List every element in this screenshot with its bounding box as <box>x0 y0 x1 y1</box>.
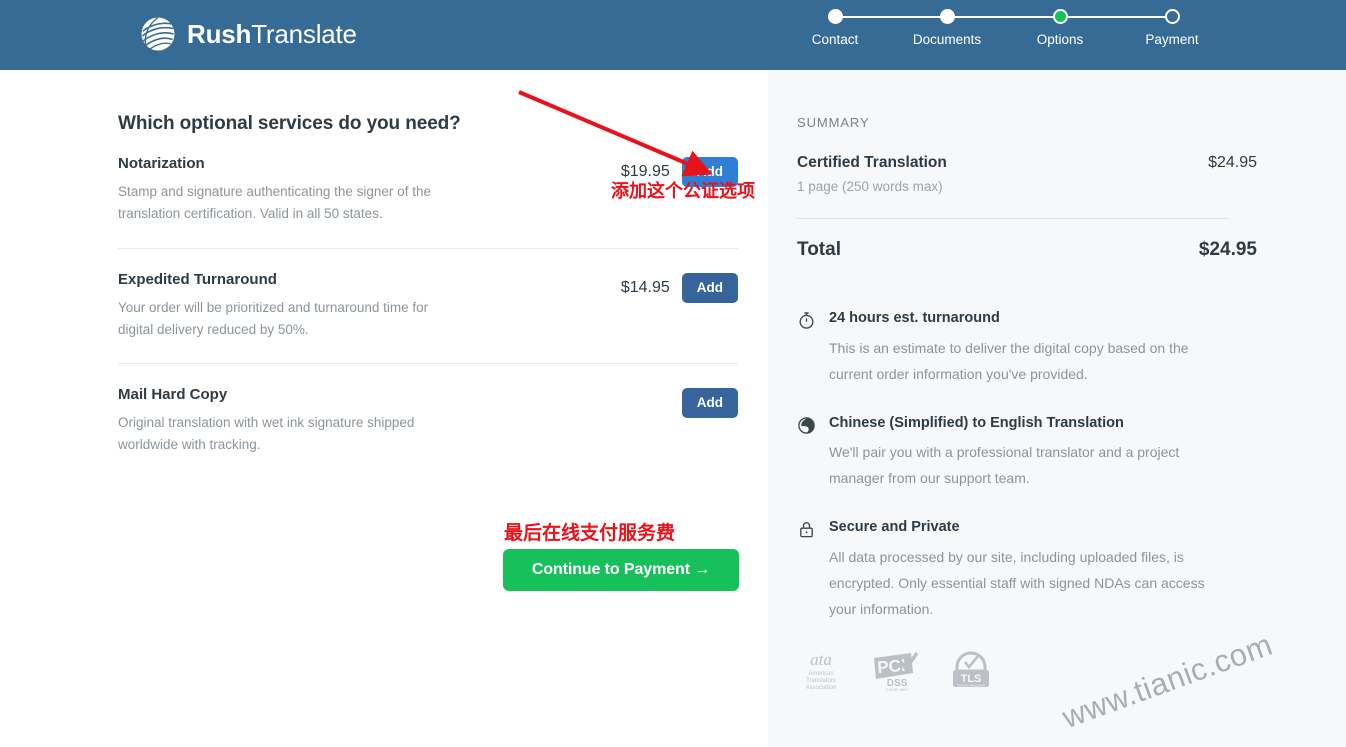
page-title: Which optional services do you need? <box>118 113 461 134</box>
options-main-panel: Which optional services do you need? Not… <box>0 70 768 747</box>
summary-total-row: Total $24.95 <box>797 239 1257 261</box>
service-name: Mail Hard Copy <box>118 386 228 404</box>
svg-text:COMPLIANT: COMPLIANT <box>885 687 909 691</box>
service-description: Your order will be prioritized and turna… <box>118 299 429 337</box>
feature-title: Chinese (Simplified) to English Translat… <box>829 414 1124 431</box>
service-name: Notarization <box>118 155 205 172</box>
add-expedited-turnaround-button[interactable]: Add <box>681 272 738 303</box>
step-contact[interactable]: Contact <box>775 9 895 47</box>
step-documents-label: Documents <box>912 32 982 47</box>
step-payment-label: Payment <box>1145 32 1199 47</box>
step-contact-dot <box>827 9 843 24</box>
annotation-cta-note: 最后在线支付服务费 <box>504 523 676 544</box>
step-payment[interactable]: Payment <box>1112 9 1232 47</box>
globe-icon <box>797 416 817 436</box>
step-options-label: Options <box>1036 32 1084 47</box>
service-divider <box>118 247 738 249</box>
lock-icon <box>797 520 817 540</box>
brand-name-light: Translate <box>251 19 357 49</box>
step-documents-dot <box>939 9 955 24</box>
step-options-dot <box>1052 9 1068 24</box>
summary-divider <box>797 218 1229 219</box>
summary-line-item-sub: 1 page (250 words max) <box>797 179 943 194</box>
service-item-mail-hard-copy: Mail Hard Copy Original translation with… <box>118 386 738 457</box>
feature-security: Secure and Private All data processed by… <box>797 518 1257 623</box>
brand-name-bold: Rush <box>187 19 252 49</box>
step-payment-dot <box>1164 9 1180 24</box>
checkout-stepper: Contact Documents Options Payment <box>806 9 1206 61</box>
service-description: Stamp and signature authenticating the s… <box>118 184 431 222</box>
step-documents[interactable]: Documents <box>887 9 1007 47</box>
service-divider <box>118 363 738 365</box>
svg-text:American: American <box>808 671 833 677</box>
summary-line-item-amount: $24.95 <box>1208 154 1257 171</box>
step-contact-label: Contact <box>811 32 859 47</box>
feature-description: This is an estimate to deliver the digit… <box>829 339 1189 382</box>
summary-total-label: Total <box>797 239 841 260</box>
svg-text:Association: Association <box>806 685 837 691</box>
tls-badge-icon: TLS Secure Shopping <box>949 649 993 691</box>
feature-description: All data processed by our site, includin… <box>829 549 1205 617</box>
globe-swirl-logo-icon <box>139 15 177 53</box>
feature-language-pair: Chinese (Simplified) to English Translat… <box>797 414 1257 493</box>
feature-turnaround: 24 hours est. turnaround This is an esti… <box>797 309 1257 388</box>
svg-text:Secure Shopping: Secure Shopping <box>957 683 985 687</box>
service-item-expedited-turnaround: Expedited Turnaround Your order will be … <box>118 271 738 342</box>
step-options[interactable]: Options <box>1000 9 1120 47</box>
continue-to-payment-button[interactable]: Continue to Payment → <box>503 549 739 591</box>
service-price: $14.95 <box>620 278 670 296</box>
stopwatch-icon <box>797 311 817 331</box>
summary-total-amount: $24.95 <box>1198 239 1257 260</box>
svg-text:ata: ata <box>810 650 832 669</box>
summary-line-item-name: Certified Translation <box>797 154 947 171</box>
feature-title: Secure and Private <box>829 519 960 536</box>
service-name: Expedited Turnaround <box>118 270 277 288</box>
service-description: Original translation with wet ink signat… <box>118 415 415 453</box>
site-header: RushTranslate Contact Documents Options … <box>0 0 1346 70</box>
brand-logo-link[interactable]: RushTranslate <box>139 15 357 53</box>
add-mail-hard-copy-button[interactable]: Add <box>681 388 738 419</box>
feature-title: 24 hours est. turnaround <box>829 310 1000 326</box>
svg-text:Translators: Translators <box>806 678 836 684</box>
summary-line-item: Certified Translation $24.95 <box>797 154 1257 172</box>
pci-dss-badge-icon: PCI DSS COMPLIANT <box>871 649 923 691</box>
ata-badge-icon: ata American Translators Association <box>797 649 845 691</box>
annotation-arrow-note: 添加这个公证选项 <box>611 181 755 201</box>
svg-text:PCI: PCI <box>877 656 907 677</box>
feature-description: We'll pair you with a professional trans… <box>829 444 1180 487</box>
summary-heading: SUMMARY <box>797 115 870 130</box>
page-root: RushTranslate Contact Documents Options … <box>0 0 1346 747</box>
brand-name: RushTranslate <box>187 15 357 53</box>
summary-feature-list: 24 hours est. turnaround This is an esti… <box>797 309 1257 623</box>
